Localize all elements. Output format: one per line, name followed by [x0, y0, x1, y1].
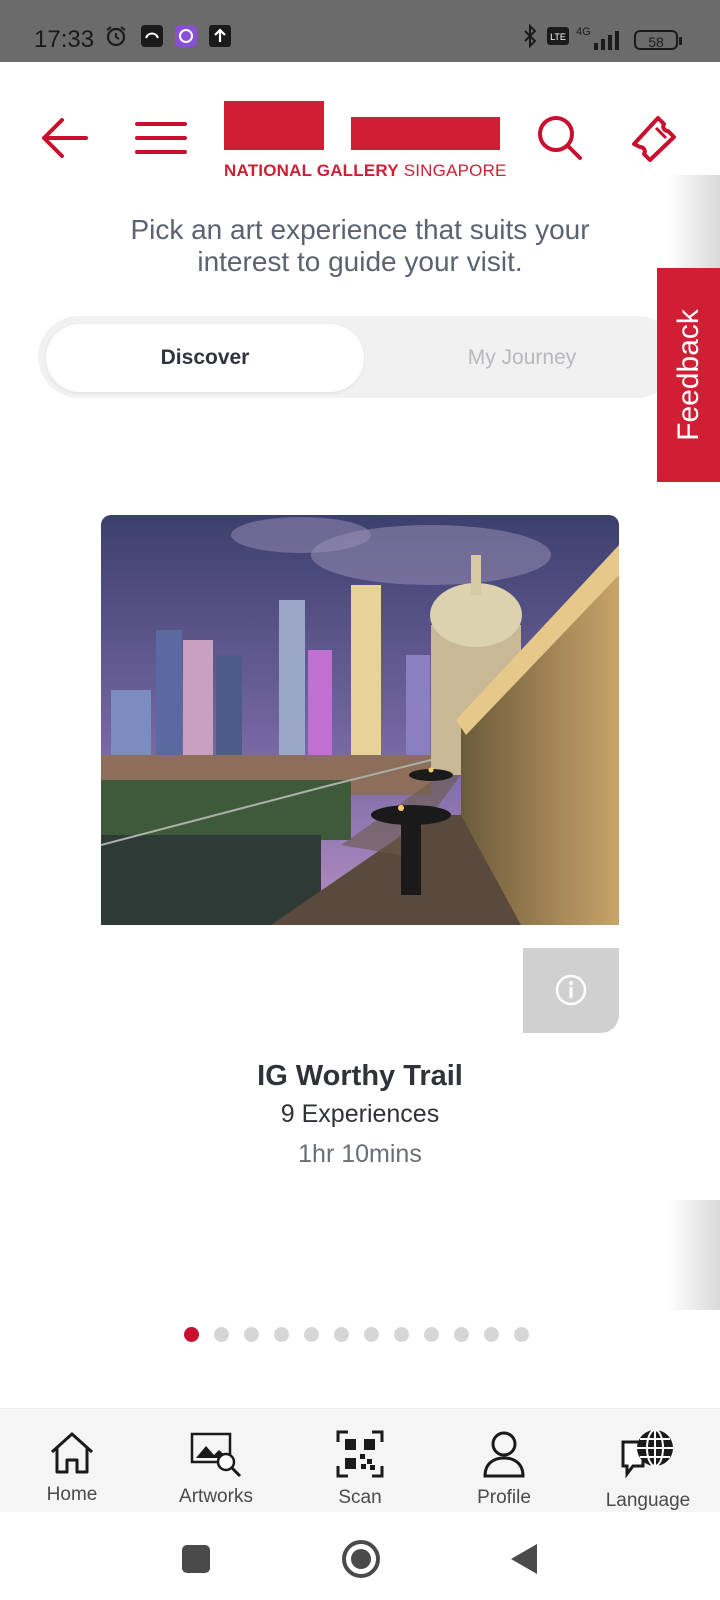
carousel-dot[interactable] [454, 1327, 469, 1342]
system-back-icon[interactable] [507, 1542, 541, 1576]
battery-indicator: 58 [634, 30, 682, 50]
carousel-dot[interactable] [334, 1327, 349, 1342]
trail-title: IG Worthy Trail [257, 1060, 463, 1092]
nav-language[interactable]: Language [576, 1408, 720, 1512]
logo-block-left [224, 101, 324, 150]
intro-text: Pick an art experience that suits your i… [40, 214, 680, 278]
recent-apps-icon[interactable] [181, 1544, 211, 1574]
app-notification-icon [141, 25, 163, 47]
signal-strength-icon [594, 31, 619, 50]
search-icon[interactable] [530, 108, 590, 168]
trail-experience-count: 9 Experiences [280, 1100, 440, 1128]
carousel-pagination [184, 1327, 529, 1343]
carousel-dot[interactable] [214, 1327, 229, 1342]
trail-cover-image[interactable] [101, 515, 619, 925]
carousel-dot[interactable] [304, 1327, 319, 1342]
bluetooth-icon [524, 24, 537, 48]
nav-scan-label: Scan [338, 1487, 382, 1508]
feedback-label: Feedback [671, 309, 705, 441]
nav-artworks[interactable]: Artworks [144, 1408, 288, 1512]
network-type: 4G [576, 26, 591, 38]
qr-scan-icon [336, 1430, 384, 1478]
trail-duration: 1hr 10mins [298, 1140, 422, 1168]
nav-home[interactable]: Home [0, 1408, 144, 1512]
carousel-dot[interactable] [514, 1327, 529, 1342]
menu-icon[interactable] [131, 108, 191, 168]
messaging-app-icon [175, 25, 197, 47]
volte-icon: LTE [547, 27, 569, 45]
nav-profile-label: Profile [477, 1487, 531, 1508]
svg-text:LTE: LTE [550, 32, 566, 42]
info-button[interactable] [523, 948, 619, 1033]
language-icon [621, 1429, 673, 1479]
alarm-icon [106, 26, 126, 47]
nav-home-label: Home [46, 1484, 98, 1505]
scroll-shadow-top [668, 175, 720, 268]
status-time: 17:33 [34, 26, 95, 53]
info-icon [555, 974, 587, 1006]
nav-artworks-label: Artworks [179, 1486, 253, 1507]
carousel-dot[interactable] [274, 1327, 289, 1342]
tab-discover[interactable]: Discover [46, 324, 364, 392]
nav-scan[interactable]: Scan [288, 1408, 432, 1512]
carousel-dot[interactable] [244, 1327, 259, 1342]
home-icon [50, 1432, 94, 1474]
nav-language-label: Language [605, 1490, 691, 1511]
profile-icon [483, 1431, 525, 1478]
logo-block-right [351, 117, 500, 150]
home-circle-icon[interactable] [340, 1538, 382, 1580]
intro-line-1: Pick an art experience that suits your [130, 214, 590, 245]
artworks-icon [190, 1432, 242, 1478]
carousel-dot[interactable] [184, 1327, 199, 1342]
ticket-icon[interactable] [626, 108, 686, 168]
tab-my-journey[interactable]: My Journey [366, 324, 678, 392]
feedback-button[interactable]: Feedback [657, 268, 720, 482]
back-arrow-icon[interactable] [34, 108, 94, 168]
carousel-dot[interactable] [394, 1327, 409, 1342]
carousel-dot[interactable] [424, 1327, 439, 1342]
carousel-dot[interactable] [364, 1327, 379, 1342]
nav-profile[interactable]: Profile [432, 1408, 576, 1512]
upload-icon [209, 25, 231, 47]
intro-line-2: interest to guide your visit. [197, 246, 523, 277]
gallery-logo-text: NATIONAL GALLERY SINGAPORE [224, 161, 507, 180]
status-bar: 17:33 LTE 4G 58 [0, 0, 720, 62]
carousel-dot[interactable] [484, 1327, 499, 1342]
scroll-shadow-bottom [668, 1200, 720, 1310]
